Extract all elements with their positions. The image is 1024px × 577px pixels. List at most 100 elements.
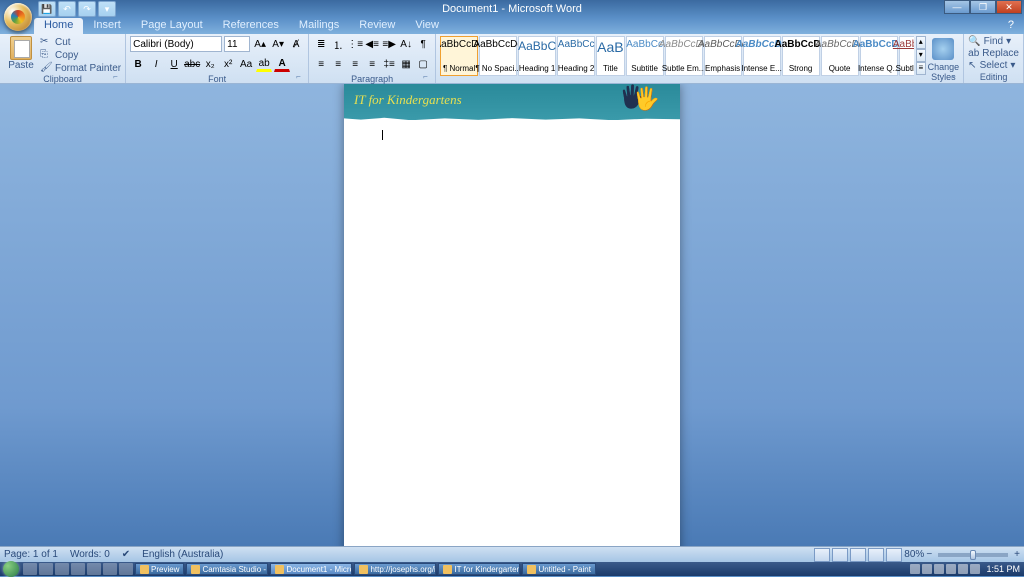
shrink-font-button[interactable]: A▾	[270, 36, 286, 52]
minimize-button[interactable]: —	[944, 0, 970, 14]
clear-formatting-button[interactable]: Ⱥ	[288, 36, 304, 52]
quicklaunch-icon[interactable]	[87, 563, 101, 575]
view-outline[interactable]	[868, 548, 884, 562]
numbering-button[interactable]: ⒈	[330, 36, 346, 52]
view-print-layout[interactable]	[814, 548, 830, 562]
tab-home[interactable]: Home	[34, 18, 83, 34]
zoom-out[interactable]: −	[926, 549, 932, 560]
multilevel-button[interactable]: ⋮≡	[347, 36, 363, 52]
status-language[interactable]: English (Australia)	[142, 549, 223, 560]
tab-view[interactable]: View	[405, 18, 449, 34]
qat-redo[interactable]: ↷	[78, 1, 96, 17]
bold-button[interactable]: B	[130, 56, 146, 72]
bullets-button[interactable]: ≣	[313, 36, 329, 52]
maximize-button[interactable]: ❐	[970, 0, 996, 14]
style-subtle-ref-[interactable]: AaBbCcDdSubtle Ref...	[899, 36, 914, 76]
font-name-combo[interactable]: Calibri (Body)	[130, 36, 222, 52]
quicklaunch-icon[interactable]	[55, 563, 69, 575]
tab-page-layout[interactable]: Page Layout	[131, 18, 213, 34]
show-marks-button[interactable]: ¶	[415, 36, 431, 52]
borders-button[interactable]: ▢	[415, 56, 431, 72]
taskbar-item[interactable]: Untitled - Paint	[522, 563, 595, 575]
document-area[interactable]: IT for Kindergartens 🖐 IT For Kindergart…	[0, 84, 1024, 546]
align-right-button[interactable]: ≡	[347, 56, 363, 72]
italic-button[interactable]: I	[148, 56, 164, 72]
taskbar-item[interactable]: IT for Kindergartens ...	[438, 563, 520, 575]
gallery-up[interactable]: ▴	[916, 36, 926, 49]
subscript-button[interactable]: x₂	[202, 56, 218, 72]
qat-undo[interactable]: ↶	[58, 1, 76, 17]
help-button[interactable]: ?	[1002, 18, 1020, 34]
paragraph-dialog-launcher[interactable]: ⌐	[423, 72, 433, 82]
change-case-button[interactable]: Aa	[238, 56, 254, 72]
decrease-indent-button[interactable]: ◀≡	[364, 36, 380, 52]
tab-references[interactable]: References	[213, 18, 289, 34]
zoom-level[interactable]: 80%	[904, 549, 924, 560]
page[interactable]: IT for Kindergartens 🖐 IT For Kindergart…	[344, 84, 680, 546]
zoom-slider[interactable]	[938, 553, 1008, 557]
font-size-combo[interactable]: 11	[224, 36, 250, 52]
replace-button[interactable]: abReplace	[968, 48, 1019, 59]
gallery-more[interactable]: ≡	[916, 62, 926, 75]
quicklaunch-icon[interactable]	[71, 563, 85, 575]
align-center-button[interactable]: ≡	[330, 56, 346, 72]
quicklaunch-icon[interactable]	[119, 563, 133, 575]
tray-icon[interactable]	[958, 564, 968, 574]
underline-button[interactable]: U	[166, 56, 182, 72]
start-button[interactable]	[3, 561, 19, 577]
select-button[interactable]: ↖Select ▾	[968, 60, 1019, 71]
qat-save[interactable]: 💾	[38, 1, 56, 17]
style-title[interactable]: AaBTitle	[596, 36, 624, 76]
find-button[interactable]: 🔍Find ▾	[968, 36, 1019, 47]
quicklaunch-icon[interactable]	[39, 563, 53, 575]
style-heading-1[interactable]: AaBbCHeading 1	[518, 36, 556, 76]
strike-button[interactable]: abc	[184, 56, 200, 72]
tab-insert[interactable]: Insert	[83, 18, 131, 34]
shading-button[interactable]: ▦	[398, 56, 414, 72]
copy-button[interactable]: ⎘Copy	[40, 49, 121, 61]
taskbar-item[interactable]: http://josephs.org/i...	[354, 563, 436, 575]
close-button[interactable]: ✕	[996, 0, 1022, 14]
style-heading-2[interactable]: AaBbCcHeading 2	[557, 36, 595, 76]
qat-more[interactable]: ▾	[98, 1, 116, 17]
grow-font-button[interactable]: A▴	[252, 36, 268, 52]
status-proof-icon[interactable]: ✔	[122, 549, 130, 560]
cut-button[interactable]: ✂Cut	[40, 36, 121, 48]
taskbar-item[interactable]: Camtasia Studio - S...	[186, 563, 268, 575]
clipboard-dialog-launcher[interactable]: ⌐	[113, 72, 123, 82]
gallery-scroll[interactable]: ▴ ▾ ≡	[916, 36, 926, 75]
font-dialog-launcher[interactable]: ⌐	[296, 72, 306, 82]
office-button[interactable]	[4, 3, 32, 31]
tray-icon[interactable]	[910, 564, 920, 574]
tray-icon[interactable]	[922, 564, 932, 574]
quicklaunch-icon[interactable]	[23, 563, 37, 575]
tray-icon[interactable]	[946, 564, 956, 574]
paste-button[interactable]: Paste	[4, 36, 38, 71]
font-color-button[interactable]: A	[274, 56, 290, 72]
status-words[interactable]: Words: 0	[70, 549, 110, 560]
superscript-button[interactable]: x²	[220, 56, 236, 72]
status-page[interactable]: Page: 1 of 1	[4, 549, 58, 560]
quicklaunch-icon[interactable]	[103, 563, 117, 575]
styles-gallery[interactable]: AaBbCcDd¶ NormalAaBbCcDd¶ No Spaci...AaB…	[440, 36, 914, 76]
tab-review[interactable]: Review	[349, 18, 405, 34]
taskbar-item[interactable]: Document1 - Micro...	[270, 563, 352, 575]
view-draft[interactable]	[886, 548, 902, 562]
justify-button[interactable]: ≡	[364, 56, 380, 72]
zoom-in[interactable]: +	[1014, 549, 1020, 560]
align-left-button[interactable]: ≡	[313, 56, 329, 72]
format-painter-button[interactable]: 🖌Format Painter	[40, 62, 121, 74]
clock[interactable]: 1:51 PM	[986, 564, 1020, 574]
tray-icon[interactable]	[934, 564, 944, 574]
highlight-button[interactable]: ab	[256, 56, 272, 72]
line-spacing-button[interactable]: ‡≡	[381, 56, 397, 72]
styles-dialog-launcher[interactable]: ⌐	[951, 72, 961, 82]
view-full-reading[interactable]	[832, 548, 848, 562]
tab-mailings[interactable]: Mailings	[289, 18, 349, 34]
increase-indent-button[interactable]: ≡▶	[381, 36, 397, 52]
gallery-down[interactable]: ▾	[916, 49, 926, 62]
tray-icon[interactable]	[970, 564, 980, 574]
view-web-layout[interactable]	[850, 548, 866, 562]
taskbar-item[interactable]: Preview	[135, 563, 184, 575]
style--no-spaci-[interactable]: AaBbCcDd¶ No Spaci...	[479, 36, 517, 76]
